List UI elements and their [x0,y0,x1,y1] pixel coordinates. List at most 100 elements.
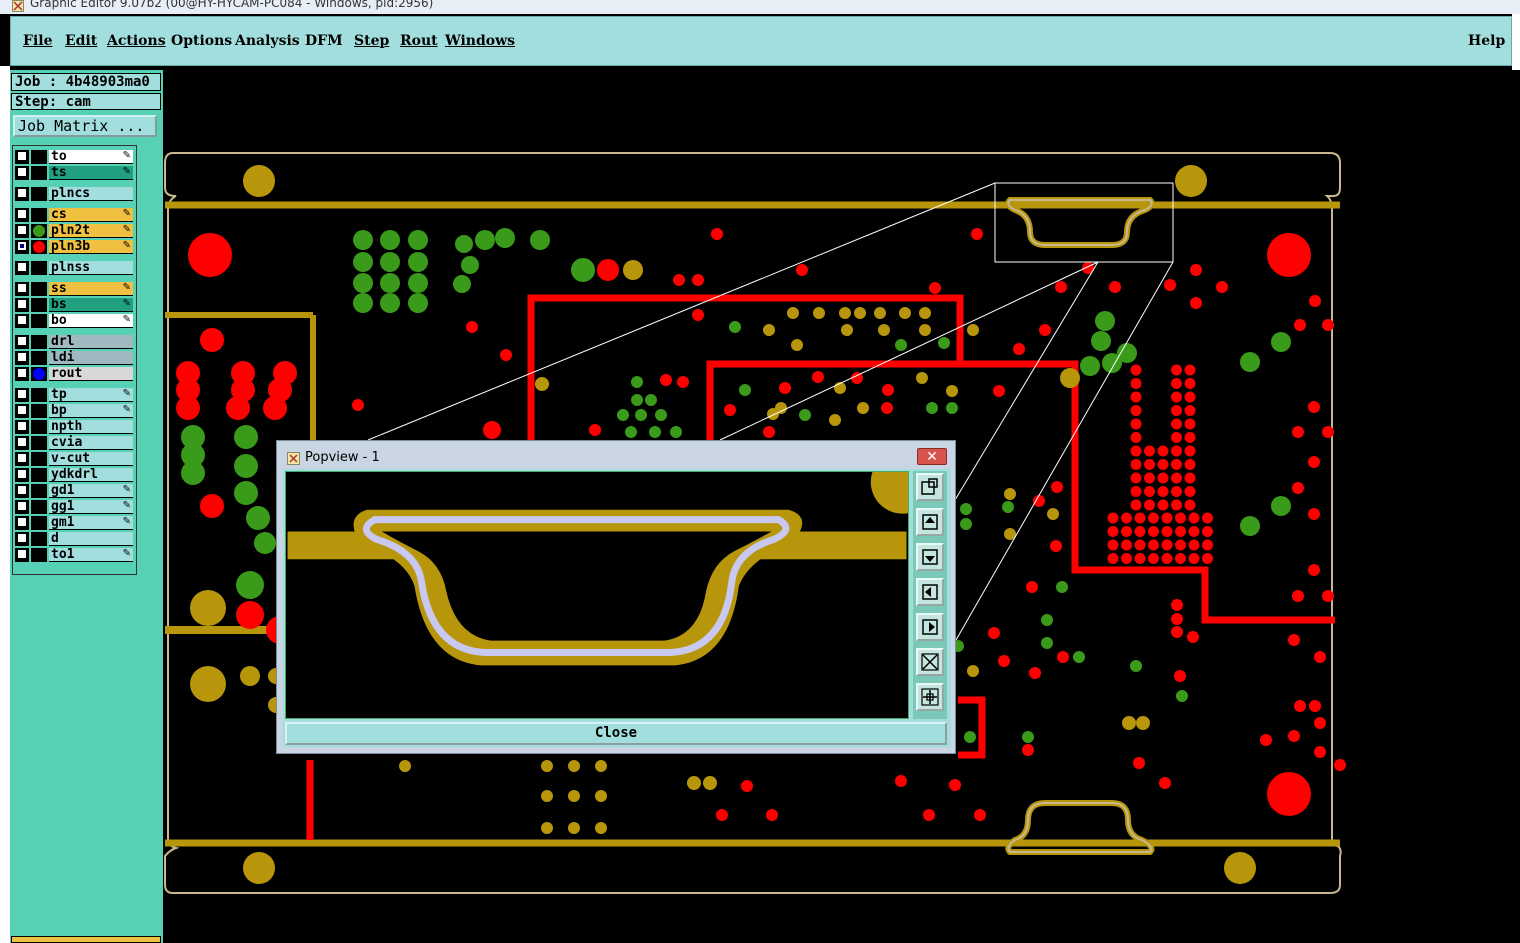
layer-name[interactable]: d [49,532,133,546]
layer-name[interactable]: plnss [49,261,133,275]
layer-checkbox[interactable] [17,209,27,219]
layer-name[interactable]: bo ✎ [49,314,133,328]
layer-checkbox[interactable] [17,241,27,251]
pan-up-button[interactable] [916,508,944,536]
menu-options[interactable]: Options [171,33,232,49]
layer-affected-marker[interactable] [31,298,47,312]
layer-checkbox[interactable] [17,352,27,362]
layer-row-ldi[interactable]: ldi [15,351,133,365]
layer-name[interactable]: tp ✎ [49,388,133,402]
layer-name[interactable]: drl [49,335,133,349]
layer-row-gg1[interactable]: gg1 ✎ [15,500,133,514]
layer-checkbox[interactable] [17,437,27,447]
layer-affected-marker[interactable] [31,240,47,254]
layer-row-gd1[interactable]: gd1 ✎ [15,484,133,498]
menu-analysis[interactable]: Analysis [235,33,300,49]
layer-checkbox[interactable] [17,517,27,527]
layer-checkbox[interactable] [17,283,27,293]
layer-checkbox[interactable] [17,453,27,463]
layer-checkbox[interactable] [17,469,27,479]
layer-row-npth[interactable]: npth [15,420,133,434]
layer-affected-marker[interactable] [31,208,47,222]
layer-row-gm1[interactable]: gm1 ✎ [15,516,133,530]
layer-row-tp[interactable]: tp ✎ [15,388,133,402]
menu-rout[interactable]: Rout [400,33,438,49]
layer-name[interactable]: v-cut [49,452,133,466]
layer-row-cvia[interactable]: cvia [15,436,133,450]
layer-row-cs[interactable]: cs ✎ [15,208,133,222]
layer-name[interactable]: npth [49,420,133,434]
layer-name[interactable]: to1 ✎ [49,548,133,562]
layer-name[interactable]: gg1 ✎ [49,500,133,514]
layer-affected-marker[interactable] [31,150,47,164]
layer-affected-marker[interactable] [31,187,47,201]
layer-name[interactable]: bp ✎ [49,404,133,418]
layer-checkbox[interactable] [17,421,27,431]
layer-name[interactable]: ldi [49,351,133,365]
layer-name[interactable]: bs ✎ [49,298,133,312]
layer-row-ts[interactable]: ts ✎ [15,166,133,180]
layer-checkbox[interactable] [17,405,27,415]
layer-checkbox[interactable] [17,299,27,309]
layer-name[interactable]: pln3b ✎ [49,240,133,254]
layer-row-ydkdrl[interactable]: ydkdrl [15,468,133,482]
layer-affected-marker[interactable] [31,436,47,450]
layer-row-pln2t[interactable]: pln2t ✎ [15,224,133,238]
layer-row-bs[interactable]: bs ✎ [15,298,133,312]
layer-affected-marker[interactable] [31,367,47,381]
layer-row-v-cut[interactable]: v-cut [15,452,133,466]
layer-name[interactable]: to ✎ [49,150,133,164]
layer-affected-marker[interactable] [31,452,47,466]
layer-name[interactable]: ss ✎ [49,282,133,296]
zoom-fit-button[interactable] [916,648,944,676]
layer-row-pln3b[interactable]: pln3b ✎ [15,240,133,254]
layer-affected-marker[interactable] [31,388,47,402]
zoom-window-button[interactable] [916,473,944,501]
layer-checkbox[interactable] [17,188,27,198]
close-icon[interactable]: ✕ [917,448,947,465]
layer-affected-marker[interactable] [31,500,47,514]
layer-row-drl[interactable]: drl [15,335,133,349]
layer-name[interactable]: gd1 ✎ [49,484,133,498]
menu-dfm[interactable]: DFM [305,33,343,49]
job-matrix-button[interactable]: Job Matrix ... [13,115,157,137]
pan-left-button[interactable] [916,578,944,606]
zoom-home-button[interactable] [916,683,944,711]
layer-name[interactable]: ts ✎ [49,166,133,180]
layer-row-to[interactable]: to ✎ [15,150,133,164]
layer-checkbox[interactable] [17,336,27,346]
zoom-view[interactable] [285,471,909,719]
layer-checkbox[interactable] [17,225,27,235]
layer-affected-marker[interactable] [31,468,47,482]
layer-affected-marker[interactable] [31,224,47,238]
layer-affected-marker[interactable] [31,282,47,296]
menu-edit[interactable]: Edit [65,33,97,49]
menu-file[interactable]: File [23,33,52,49]
layer-name[interactable]: ydkdrl [49,468,133,482]
layer-row-to1[interactable]: to1 ✎ [15,548,133,562]
layer-affected-marker[interactable] [31,261,47,275]
layer-name[interactable]: pln2t ✎ [49,224,133,238]
layer-affected-marker[interactable] [31,516,47,530]
layer-checkbox[interactable] [17,315,27,325]
pan-right-button[interactable] [916,613,944,641]
layer-affected-marker[interactable] [31,166,47,180]
menu-help[interactable]: Help [1468,33,1505,49]
layer-checkbox[interactable] [17,262,27,272]
layer-row-ss[interactable]: ss ✎ [15,282,133,296]
layer-name[interactable]: rout [49,367,133,381]
layer-affected-marker[interactable] [31,351,47,365]
layer-affected-marker[interactable] [31,335,47,349]
layer-checkbox[interactable] [17,389,27,399]
layer-row-bp[interactable]: bp ✎ [15,404,133,418]
layer-checkbox[interactable] [17,501,27,511]
layer-row-rout[interactable]: rout [15,367,133,381]
layer-checkbox[interactable] [17,485,27,495]
layer-row-plnss[interactable]: plnss [15,261,133,275]
layer-checkbox[interactable] [17,167,27,177]
layer-checkbox[interactable] [17,151,27,161]
layer-affected-marker[interactable] [31,532,47,546]
layer-row-plncs[interactable]: plncs [15,187,133,201]
layer-name[interactable]: cs ✎ [49,208,133,222]
pan-down-button[interactable] [916,543,944,571]
